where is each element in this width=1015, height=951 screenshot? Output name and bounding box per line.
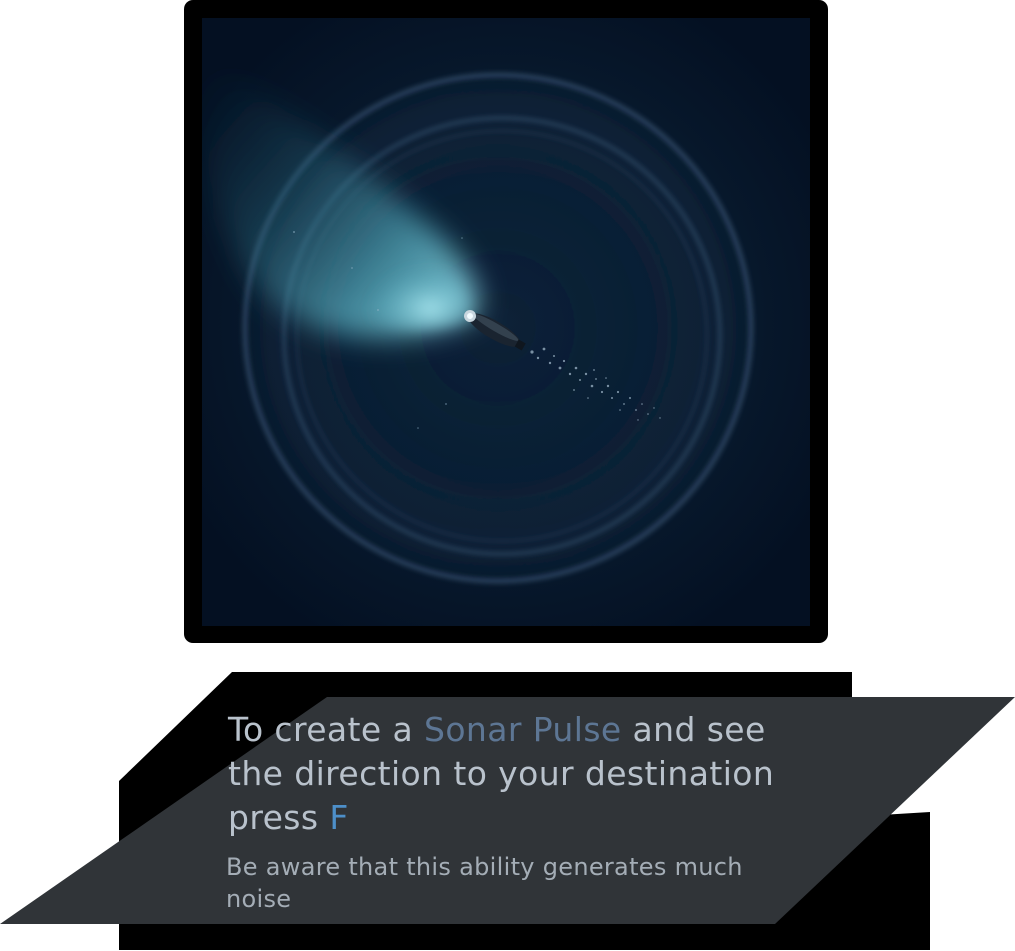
ability-name: Sonar Pulse — [423, 710, 622, 749]
keybind-label: F — [329, 798, 349, 837]
instruction-text-part: and see — [621, 710, 766, 749]
sonar-preview-image — [202, 18, 810, 626]
noise-warning: Be aware that this ability generates muc… — [226, 853, 743, 913]
instruction-text: To create a Sonar Pulse and see the dire… — [228, 708, 888, 840]
instruction-line-2: the direction to your destination — [228, 754, 775, 793]
instruction-text-part: To create a — [228, 710, 424, 749]
instruction-line-3: press F — [228, 796, 888, 840]
sonar-scene-graphic — [202, 18, 810, 626]
instruction-line-1: To create a Sonar Pulse and see — [228, 708, 888, 752]
instruction-text-part: press — [228, 798, 330, 837]
tutorial-card: To create a Sonar Pulse and see the dire… — [0, 0, 1015, 951]
